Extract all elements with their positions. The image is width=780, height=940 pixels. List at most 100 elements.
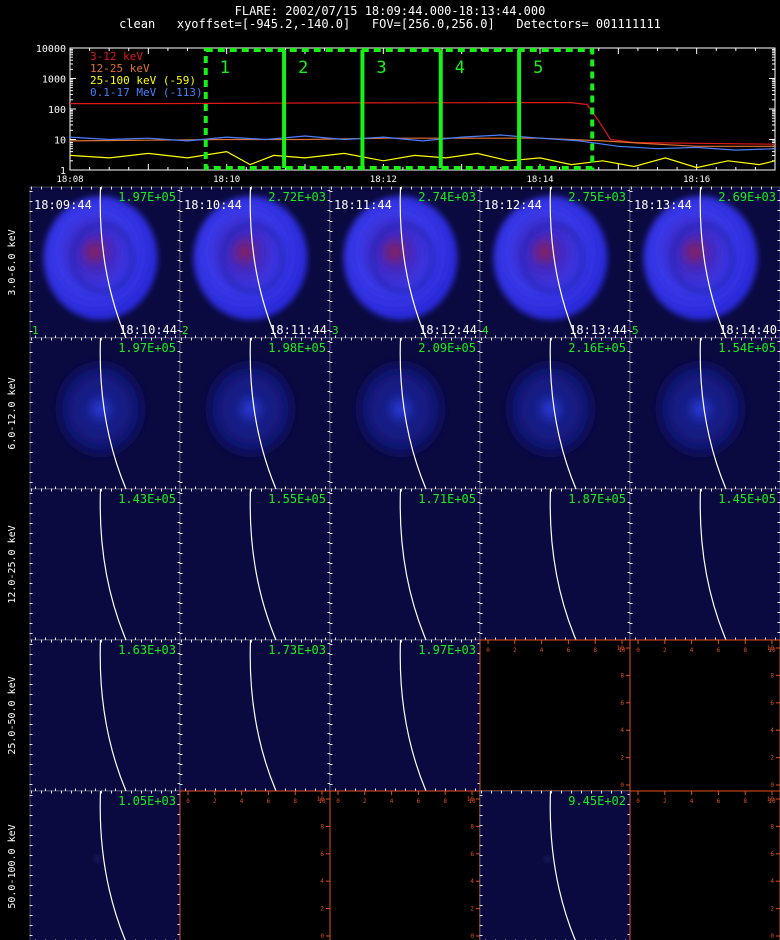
image-panel: 1.97E+03 [329, 639, 481, 792]
image-panel: 1.97E+05 [29, 337, 181, 490]
source-emission [544, 855, 551, 862]
panel-max-value: 1.73E+03 [268, 643, 326, 657]
band-label: 12.0-25.0 keV [7, 525, 18, 603]
empty-panel-tick-label: 8 [443, 798, 447, 805]
empty-panel-tick-label: 8 [770, 672, 774, 679]
image-panel: 00224466881010 [629, 790, 780, 940]
panel-end-time: 18:12:44 [419, 323, 477, 337]
lc-legend-entry: 0.1-17 MeV (-113) [90, 86, 203, 99]
empty-panel-tick-label: 6 [470, 851, 474, 858]
band-label: 25.0-50.0 keV [7, 676, 18, 754]
image-panel: 00224466881010 [179, 790, 331, 940]
empty-panel-tick-label: 4 [320, 878, 324, 885]
empty-panel-tick-label: 6 [267, 798, 271, 805]
empty-panel-tick-label: 6 [717, 647, 721, 654]
empty-panel-tick-label: 4 [690, 647, 694, 654]
panel-max-value: 1.71E+05 [418, 492, 476, 506]
empty-panel-tick-label: 8 [620, 672, 624, 679]
empty-panel-tick-label: 6 [717, 798, 721, 805]
empty-panel-tick-label: 10 [467, 796, 475, 803]
band-label: 50.0-100.0 keV [7, 824, 18, 908]
empty-panel-tick-label: 0 [186, 798, 190, 805]
empty-panel-tick-label: 4 [240, 798, 244, 805]
lc-xtick-label: 18:12 [370, 175, 397, 185]
empty-panel-tick-label: 2 [770, 755, 774, 762]
lc-ytick-label: 10000 [36, 44, 66, 55]
empty-panel-tick-label: 4 [690, 798, 694, 805]
empty-panel-tick-label: 8 [470, 823, 474, 830]
empty-panel-frame [629, 790, 780, 940]
panel-end-time: 18:10:44 [119, 323, 177, 337]
panel-number: 5 [632, 324, 639, 337]
empty-panel-tick-label: 8 [320, 823, 324, 830]
empty-panel-frame [629, 639, 780, 792]
image-panel: 1.97E+05 18:09:44 18:10:44 1 [29, 186, 181, 339]
panel-max-value: 2.09E+05 [418, 341, 476, 355]
source-emission [94, 855, 101, 862]
lc-xtick-label: 18:14 [526, 175, 553, 185]
image-panel: 1.63E+03 [29, 639, 181, 792]
empty-panel-tick-label: 0 [770, 933, 774, 940]
empty-panel-tick-label: 8 [293, 798, 297, 805]
lc-ytick-label: 1000 [42, 75, 66, 86]
panel-max-value: 2.16E+05 [568, 341, 626, 355]
panel-max-value: 2.74E+03 [418, 190, 476, 204]
panel-number: 3 [332, 324, 339, 337]
empty-panel-tick-label: 0 [336, 798, 340, 805]
panel-max-value: 1.05E+03 [118, 794, 176, 808]
panel-number: 4 [482, 324, 489, 337]
panel-end-time: 18:13:44 [569, 323, 627, 337]
empty-panel-tick-label: 2 [620, 755, 624, 762]
empty-panel-tick-label: 0 [486, 647, 490, 654]
panel-max-value: 2.69E+03 [718, 190, 776, 204]
empty-panel-tick-label: 0 [620, 782, 624, 789]
lc-series-line [70, 150, 775, 169]
empty-panel-tick-label: 10 [767, 645, 775, 652]
empty-panel-tick-label: 0 [636, 798, 640, 805]
empty-panel-tick-label: 4 [770, 727, 774, 734]
panel-end-time: 18:11:44 [269, 323, 327, 337]
lc-series-group [70, 101, 775, 169]
panel-max-value: 1.55E+05 [268, 492, 326, 506]
band-label: 6.0-12.0 keV [7, 377, 18, 449]
empty-panel-tick-label: 2 [363, 798, 367, 805]
image-panel: 1.05E+03 [29, 790, 181, 940]
empty-panel-tick-label: 6 [417, 798, 421, 805]
empty-panel-tick-label: 8 [593, 647, 597, 654]
lc-ytick-label: 10 [54, 136, 66, 147]
panel-number: 1 [32, 324, 39, 337]
lc-xtick-label: 18:16 [683, 175, 710, 185]
empty-panel-tick-label: 10 [617, 645, 625, 652]
panel-start-time: 18:12:44 [484, 198, 542, 212]
empty-panel-tick-label: 4 [540, 647, 544, 654]
image-panel: 1.55E+05 [179, 488, 331, 641]
empty-panel-frame [479, 639, 631, 792]
empty-panel-tick-label: 2 [663, 647, 667, 654]
empty-panel-tick-label: 0 [770, 782, 774, 789]
image-panel: 1.71E+05 [329, 488, 481, 641]
image-panel: 00224466881010 [479, 639, 631, 792]
empty-panel-tick-label: 4 [620, 727, 624, 734]
lc-interval-number: 5 [533, 58, 543, 78]
image-panel: 1.43E+05 [29, 488, 181, 641]
image-panel: 2.72E+03 18:10:44 18:11:44 2 [179, 186, 331, 339]
empty-panel-tick-label: 2 [470, 906, 474, 913]
panel-max-value: 1.54E+05 [718, 341, 776, 355]
panel-start-time: 18:09:44 [34, 198, 92, 212]
panel-max-value: 1.43E+05 [118, 492, 176, 506]
panel-start-time: 18:13:44 [634, 198, 692, 212]
image-panel: 2.16E+05 [479, 337, 631, 490]
lc-series-line [70, 137, 775, 147]
empty-panel-tick-label: 10 [317, 796, 325, 803]
empty-panel-tick-label: 2 [320, 906, 324, 913]
image-panel: 00224466881010 [629, 639, 780, 792]
image-panel: 1.73E+03 [179, 639, 331, 792]
panel-max-value: 1.45E+05 [718, 492, 776, 506]
panel-max-value: 9.45E+02 [568, 794, 626, 808]
empty-panel-tick-label: 8 [743, 798, 747, 805]
image-grid: 3.0-6.0 keV 1.97E+05 18:09:44 18:10:44 1 2.72… [7, 186, 780, 940]
lc-ytick-label: 100 [48, 105, 66, 116]
lc-frame [69, 47, 776, 171]
empty-panel-tick-label: 6 [770, 851, 774, 858]
panel-number: 2 [182, 324, 189, 337]
